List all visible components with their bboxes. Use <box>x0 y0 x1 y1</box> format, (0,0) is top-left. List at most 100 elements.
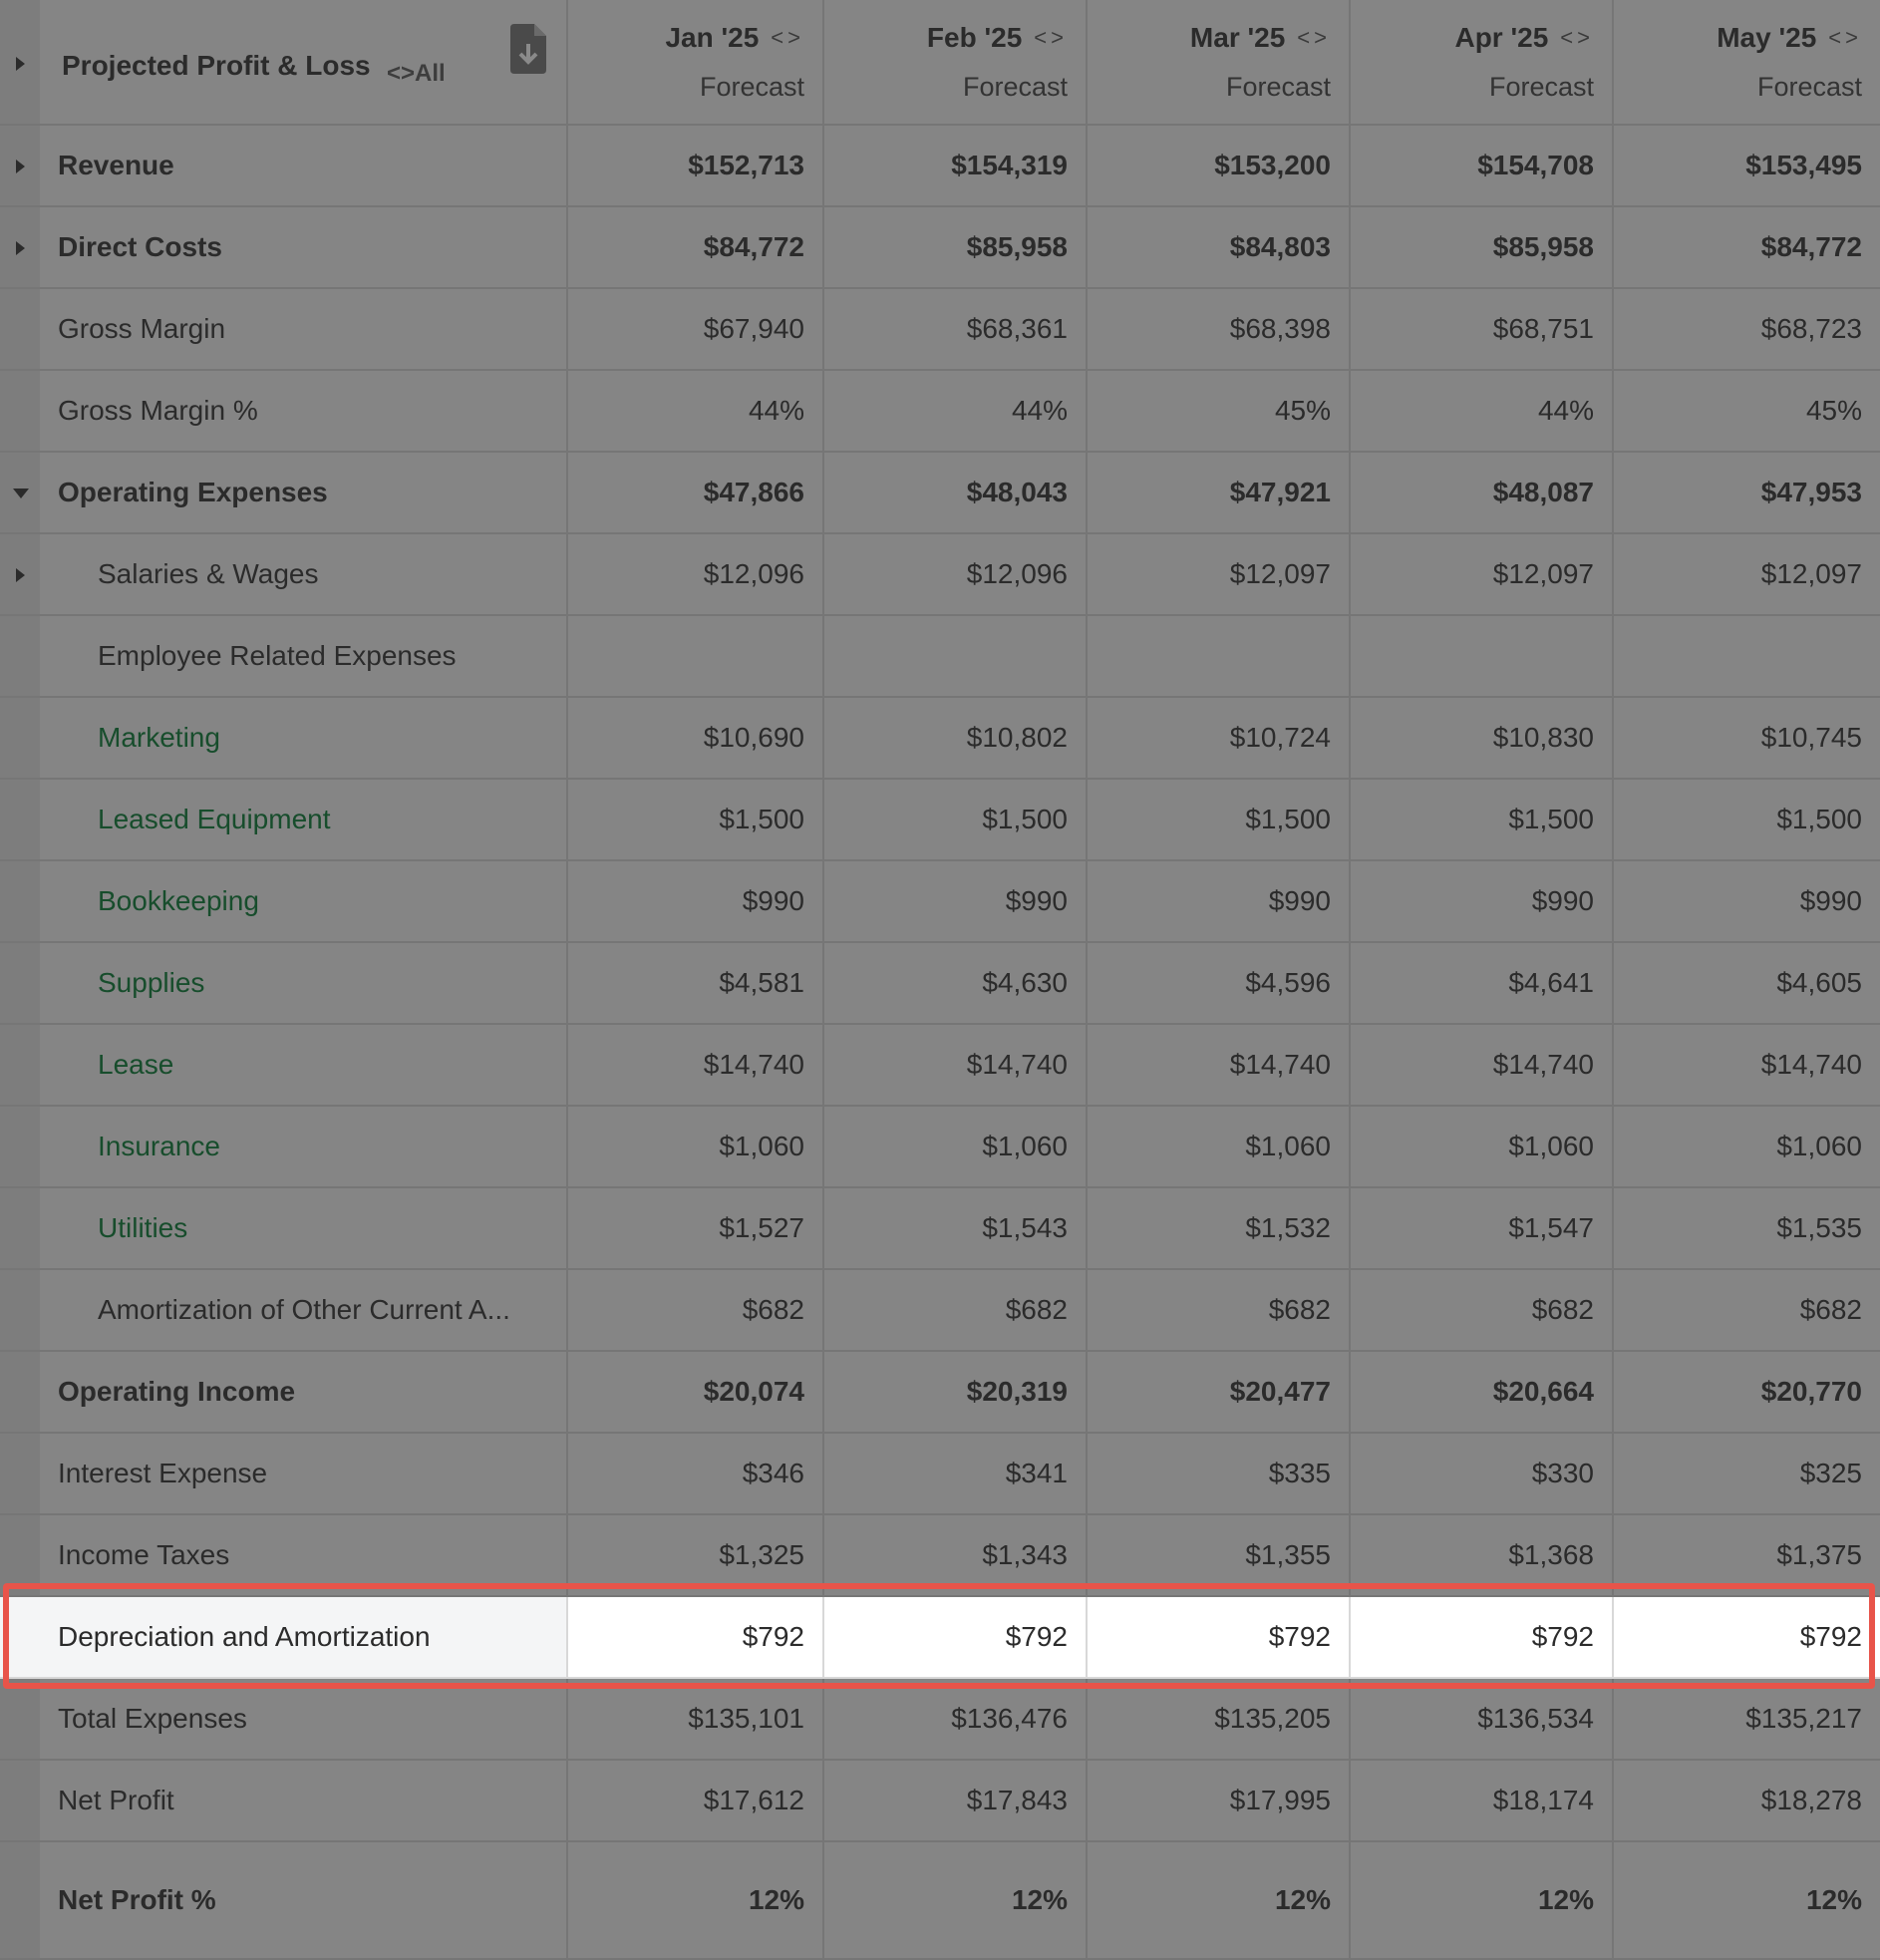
month-header-apr: Apr '25 <> Forecast <box>1351 0 1614 124</box>
value-cell: $1,325 <box>568 1515 824 1595</box>
row-label-cell: Gross Margin <box>0 289 568 369</box>
row-label[interactable]: Marketing <box>98 722 220 754</box>
row-lease[interactable]: Lease $14,740 $14,740 $14,740 $14,740 $14,740 <box>0 1025 1880 1107</box>
value-cell: $10,745 <box>1760 722 1862 753</box>
value-cell: 12% <box>1351 1842 1614 1958</box>
value-cell: $682 <box>1799 1294 1862 1325</box>
value-cell: $1,343 <box>824 1515 1088 1595</box>
value-cell <box>1088 616 1351 696</box>
expand-caret-icon[interactable] <box>16 568 25 582</box>
value-cell: $12,096 <box>568 534 824 614</box>
row-label[interactable]: Leased Equipment <box>98 804 331 835</box>
month-header-jan: Jan '25 <> Forecast <box>568 0 824 124</box>
row-label-cell: Total Expenses <box>0 1679 568 1759</box>
row-label: Gross Margin % <box>58 395 258 426</box>
value-cell: 12% <box>824 1842 1088 1958</box>
value-cell: $12,097 <box>1088 534 1351 614</box>
row-label[interactable]: Insurance <box>98 1131 220 1162</box>
value-cell: $12,097 <box>1760 558 1862 589</box>
value-cell: $990 <box>1088 861 1351 941</box>
value-cell: $18,174 <box>1351 1761 1614 1840</box>
value-cell: $67,940 <box>568 289 824 369</box>
row-salaries-wages[interactable]: Salaries & Wages $12,096 $12,096 $12,097 $12… <box>0 534 1880 616</box>
month-nav-arrows-icon[interactable]: <> <box>1828 25 1862 51</box>
row-label-cell: Bookkeeping <box>0 861 568 941</box>
row-gross-margin-pct[interactable]: Gross Margin % 44% 44% 45% 44% 45% <box>0 371 1880 453</box>
download-file-icon[interactable] <box>506 24 548 74</box>
row-insurance[interactable]: Insurance $1,060 $1,060 $1,060 $1,060 $1,060 <box>0 1107 1880 1188</box>
month-nav-arrows-icon[interactable]: <> <box>1297 25 1331 51</box>
row-direct-costs[interactable]: Direct Costs $84,772 $85,958 $84,803 $85,958… <box>0 207 1880 289</box>
row-label[interactable]: Bookkeeping <box>98 885 259 917</box>
value-cell: $10,802 <box>824 698 1088 778</box>
row-label[interactable]: Supplies <box>98 967 204 999</box>
row-gross-margin[interactable]: Gross Margin $67,940 $68,361 $68,398 $68,751… <box>0 289 1880 371</box>
month-nav-arrows-icon[interactable]: <> <box>1034 25 1068 51</box>
row-supplies[interactable]: Supplies $4,581 $4,630 $4,596 $4,641 $4,605 <box>0 943 1880 1025</box>
row-label-cell: Depreciation and Amortization <box>0 1597 568 1677</box>
value-cell: $792 <box>1799 1621 1862 1652</box>
row-label: Total Expenses <box>58 1703 247 1734</box>
expand-caret-icon[interactable] <box>16 160 25 173</box>
value-cell: $1,527 <box>568 1188 824 1268</box>
value-cell: $84,772 <box>568 207 824 287</box>
row-leased-equipment[interactable]: Leased Equipment $1,500 $1,500 $1,500 $1,500… <box>0 780 1880 861</box>
value-cell: 12% <box>1805 1884 1862 1915</box>
value-cell: $1,500 <box>1351 780 1614 859</box>
row-depreciation-amortization[interactable]: Depreciation and Amortization $792 $792 $79… <box>0 1597 1880 1679</box>
row-utilities[interactable]: Utilities $1,527 $1,543 $1,532 $1,547 $1,535 <box>0 1188 1880 1270</box>
row-label: Income Taxes <box>58 1539 230 1570</box>
month-nav-arrows-icon[interactable]: <> <box>771 25 804 51</box>
value-cell: $17,843 <box>824 1761 1088 1840</box>
value-cell: $682 <box>1088 1270 1351 1350</box>
value-cell: $335 <box>1088 1434 1351 1513</box>
collapse-caret-icon[interactable] <box>13 489 29 498</box>
row-net-profit[interactable]: Net Profit $17,612 $17,843 $17,995 $18,174 $1… <box>0 1761 1880 1842</box>
row-interest-expense[interactable]: Interest Expense $346 $341 $335 $330 $325 <box>0 1434 1880 1515</box>
value-cell: $1,500 <box>1088 780 1351 859</box>
row-label[interactable]: Lease <box>98 1049 173 1081</box>
row-operating-income[interactable]: Operating Income $20,074 $20,319 $20,477 $20… <box>0 1352 1880 1434</box>
value-cell: $135,217 <box>1745 1703 1862 1734</box>
value-cell: $10,830 <box>1351 698 1614 778</box>
row-bookkeeping[interactable]: Bookkeeping $990 $990 $990 $990 $990 <box>0 861 1880 943</box>
value-cell <box>1351 616 1614 696</box>
value-cell: $84,772 <box>1760 231 1862 262</box>
show-all-toggle[interactable]: <>All <box>387 60 446 88</box>
value-cell: $990 <box>568 861 824 941</box>
value-cell: $12,097 <box>1351 534 1614 614</box>
row-employee-related-expenses[interactable]: Employee Related Expenses <box>0 616 1880 698</box>
row-income-taxes[interactable]: Income Taxes $1,325 $1,343 $1,355 $1,368 $1,3… <box>0 1515 1880 1597</box>
month-header-may: May '25 <> Forecast <box>1717 21 1862 102</box>
expand-all-icon[interactable] <box>16 57 25 71</box>
row-total-expenses[interactable]: Total Expenses $135,101 $136,476 $135,205 $1… <box>0 1679 1880 1761</box>
value-cell: $135,205 <box>1088 1679 1351 1759</box>
row-label-cell: Interest Expense <box>0 1434 568 1513</box>
row-marketing[interactable]: Marketing $10,690 $10,802 $10,724 $10,830 $10… <box>0 698 1880 780</box>
month-header-mar: Mar '25 <> Forecast <box>1088 0 1351 124</box>
value-cell: 44% <box>1351 371 1614 451</box>
row-revenue[interactable]: Revenue $152,713 $154,319 $153,200 $154,708 $… <box>0 126 1880 207</box>
value-cell: $20,477 <box>1088 1352 1351 1432</box>
expand-caret-icon[interactable] <box>16 241 25 255</box>
value-cell <box>1614 616 1880 696</box>
row-net-profit-pct[interactable]: Net Profit % 12% 12% 12% 12% 12% <box>0 1842 1880 1960</box>
row-label[interactable]: Utilities <box>98 1212 187 1244</box>
value-cell: $325 <box>1799 1458 1862 1488</box>
value-cell: 45% <box>1805 395 1862 426</box>
row-label-cell: Gross Margin % <box>0 371 568 451</box>
value-cell: $14,740 <box>1760 1049 1862 1080</box>
value-cell: $1,060 <box>1351 1107 1614 1186</box>
value-cell: $682 <box>568 1270 824 1350</box>
value-cell: $1,500 <box>568 780 824 859</box>
value-cell: $1,500 <box>1776 804 1862 834</box>
value-cell: $12,096 <box>824 534 1088 614</box>
value-cell: $682 <box>1351 1270 1614 1350</box>
row-label: Depreciation and Amortization <box>58 1621 431 1652</box>
profit-loss-table: Projected Profit & Loss <>All Jan '25 <> … <box>0 0 1880 1960</box>
month-header-feb: Feb '25 <> Forecast <box>824 0 1088 124</box>
row-amortization-other[interactable]: Amortization of Other Current A... $682 $6… <box>0 1270 1880 1352</box>
month-nav-arrows-icon[interactable]: <> <box>1560 25 1594 51</box>
row-operating-expenses[interactable]: Operating Expenses $47,866 $48,043 $47,921 $… <box>0 453 1880 534</box>
row-label-cell: Lease <box>0 1025 568 1105</box>
